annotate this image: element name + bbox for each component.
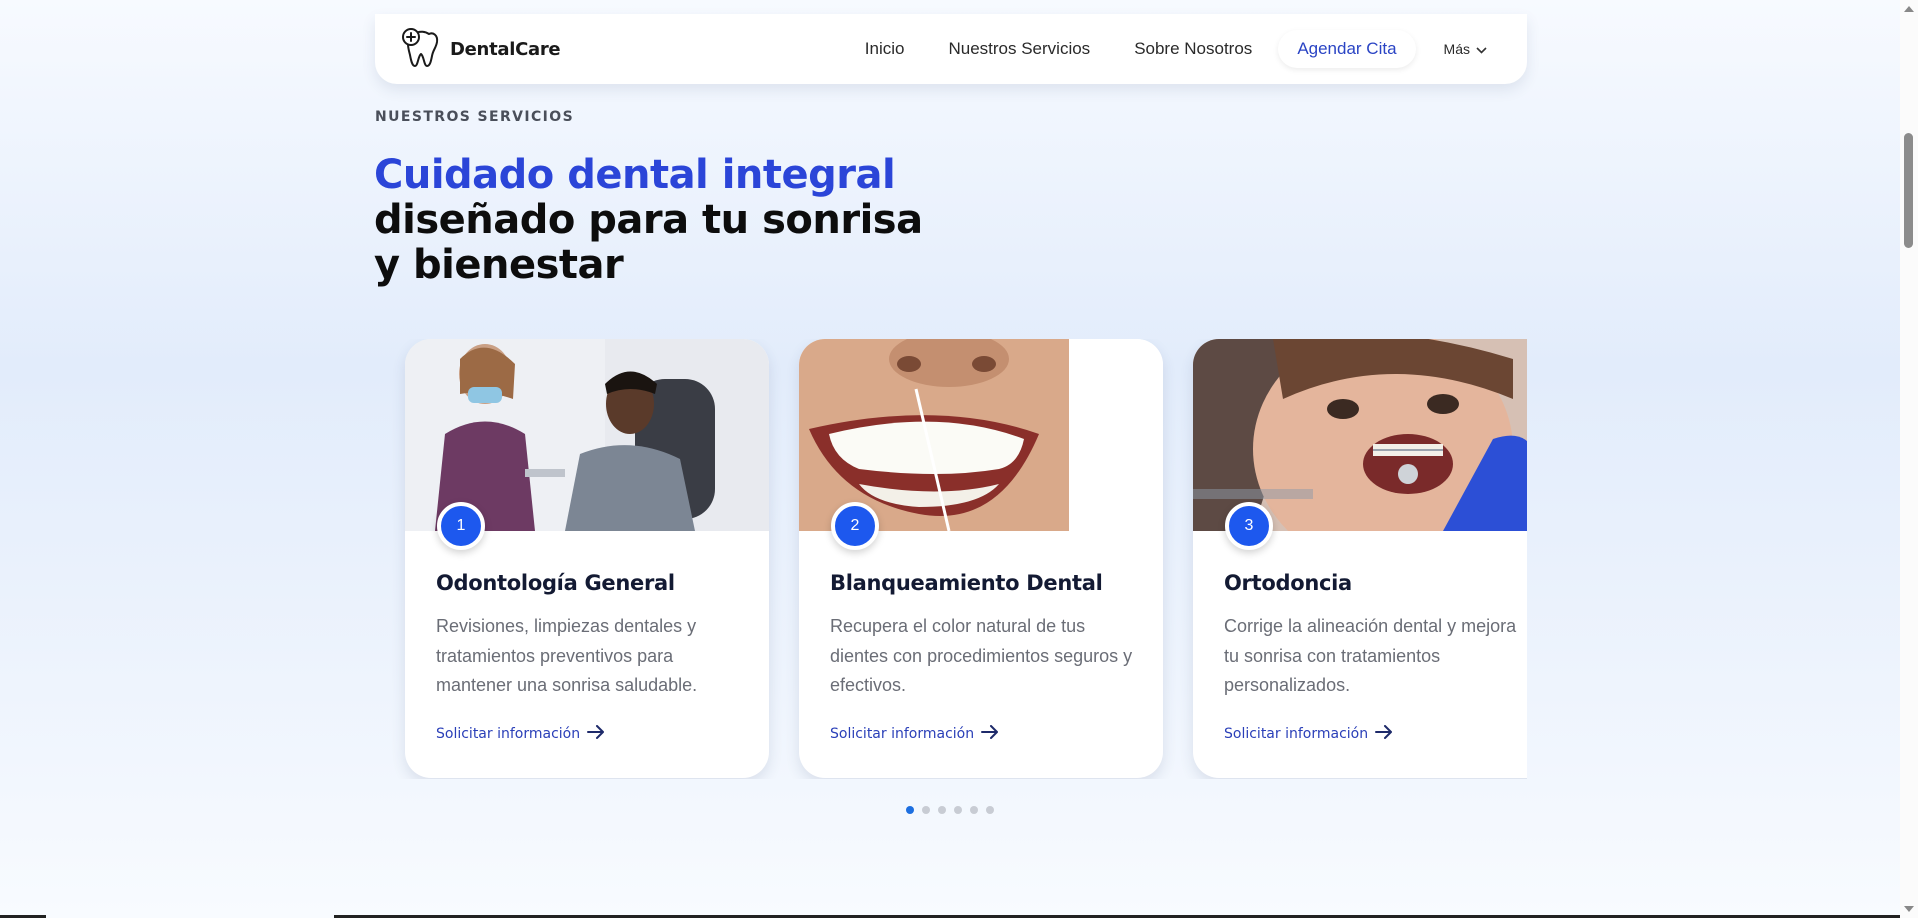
card-description: Corrige la alineación dental y mejora tu… bbox=[1224, 616, 1517, 695]
headline-accent: Cuidado dental integral bbox=[374, 152, 896, 198]
carousel-dot[interactable] bbox=[906, 806, 914, 814]
carousel-dot[interactable] bbox=[970, 806, 978, 814]
services-carousel: 1 Odontología General Revisiones, limpie… bbox=[375, 339, 1527, 779]
card-number-badge: 2 bbox=[831, 502, 879, 550]
section-headline: Cuidado dental integral diseñado para tu… bbox=[374, 153, 934, 288]
brand-logo[interactable]: DentalCare bbox=[400, 26, 561, 73]
page-scrollbar[interactable] bbox=[1900, 0, 1918, 918]
navbar: DentalCare Inicio Nuestros Servicios Sob… bbox=[375, 14, 1527, 84]
carousel-dot[interactable] bbox=[954, 806, 962, 814]
card-description: Recupera el color natural de tus dientes… bbox=[830, 616, 1133, 695]
card-info-link[interactable]: Solicitar información bbox=[1224, 725, 1393, 743]
card-info-link[interactable]: Solicitar información bbox=[436, 725, 605, 743]
nav-link-nosotros[interactable]: Sobre Nosotros bbox=[1134, 39, 1252, 59]
card-link-label: Solicitar información bbox=[436, 726, 581, 742]
card-number-badge: 3 bbox=[1225, 502, 1273, 550]
card-description: Revisiones, limpiezas dentales y tratami… bbox=[436, 616, 698, 695]
service-card: 2 Blanqueamiento Dental Recupera el colo… bbox=[799, 339, 1163, 778]
scrollbar-thumb[interactable] bbox=[1904, 133, 1913, 248]
card-title: Blanqueamiento Dental bbox=[830, 571, 1103, 595]
card-title: Ortodoncia bbox=[1224, 571, 1352, 595]
arrow-right-icon bbox=[1368, 725, 1393, 743]
carousel-dot[interactable] bbox=[922, 806, 930, 814]
tooth-plus-icon bbox=[400, 26, 440, 73]
carousel-dot[interactable] bbox=[986, 806, 994, 814]
card-number-badge: 1 bbox=[437, 502, 485, 550]
scroll-down-arrow-icon[interactable] bbox=[1904, 906, 1914, 912]
card-link-label: Solicitar información bbox=[830, 726, 975, 742]
more-menu-label: Más bbox=[1443, 41, 1470, 57]
brand-name: DentalCare bbox=[450, 38, 561, 60]
card-title: Odontología General bbox=[436, 571, 675, 595]
carousel-dot[interactable] bbox=[938, 806, 946, 814]
agendar-cita-button[interactable]: Agendar Cita bbox=[1278, 30, 1416, 68]
service-card: 3 Ortodoncia Corrige la alineación denta… bbox=[1193, 339, 1527, 778]
chevron-down-icon bbox=[1470, 41, 1487, 57]
scroll-up-arrow-icon[interactable] bbox=[1904, 6, 1914, 12]
arrow-right-icon bbox=[974, 725, 999, 743]
nav-link-inicio[interactable]: Inicio bbox=[865, 39, 905, 59]
section-eyebrow: NUESTROS SERVICIOS bbox=[375, 109, 575, 125]
arrow-right-icon bbox=[580, 725, 605, 743]
carousel-pagination bbox=[906, 806, 1002, 814]
card-link-label: Solicitar información bbox=[1224, 726, 1369, 742]
headline-rest: diseñado para tu sonrisa y bienestar bbox=[374, 197, 923, 288]
more-menu-button[interactable]: Más bbox=[1444, 41, 1487, 57]
nav-links: Inicio Nuestros Servicios Sobre Nosotros… bbox=[843, 30, 1487, 68]
nav-link-servicios[interactable]: Nuestros Servicios bbox=[948, 39, 1090, 59]
card-info-link[interactable]: Solicitar información bbox=[830, 725, 999, 743]
service-card: 1 Odontología General Revisiones, limpie… bbox=[405, 339, 769, 778]
